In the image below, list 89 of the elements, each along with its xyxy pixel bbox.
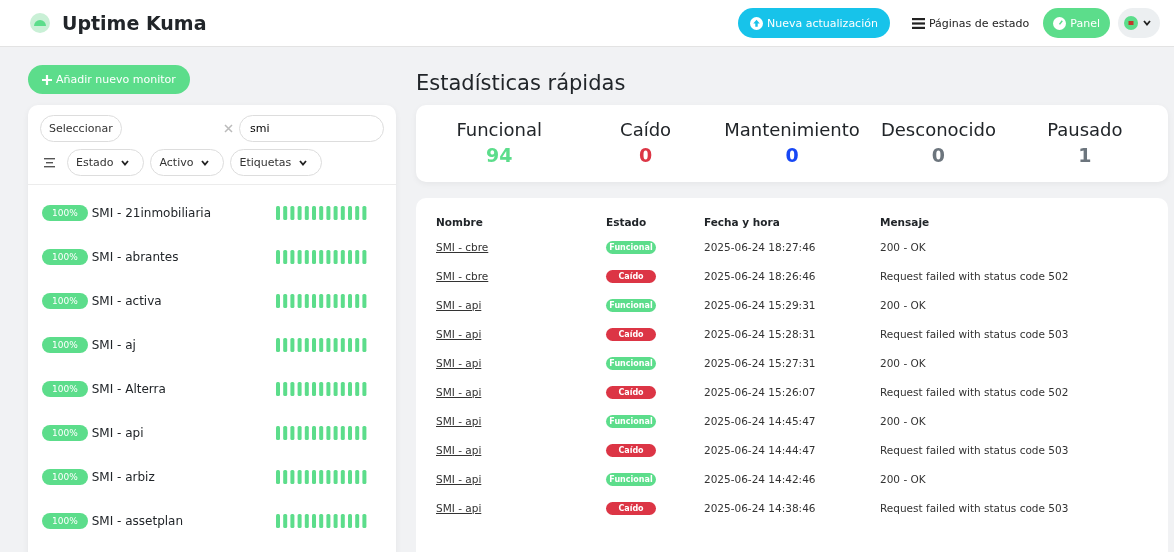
uptime-badge: 100% xyxy=(42,337,88,353)
status-badge: Funcional xyxy=(606,356,656,370)
stat-value: 94 xyxy=(485,144,513,166)
table-cell: 200 - OK xyxy=(880,298,926,311)
table-cell: 2025-06-24 14:38:46 xyxy=(704,501,816,514)
arrow-up-icon xyxy=(749,16,763,30)
stat-value: 1 xyxy=(1078,144,1092,166)
uptime-badge: 100% xyxy=(42,205,88,221)
table-cell: 2025-06-24 15:29:31 xyxy=(704,298,816,311)
status-badge: Caído xyxy=(606,269,656,283)
stat-value: 0 xyxy=(785,144,799,166)
uptime-badge: 100% xyxy=(42,381,88,397)
stat-label: Caído xyxy=(620,119,672,140)
chevron-down-icon xyxy=(299,159,308,166)
monitor-name[interactable]: SMI - assetplan xyxy=(91,514,184,528)
status-pages-link[interactable]: Páginas de estado xyxy=(905,16,1036,30)
monitor-name[interactable]: SMI - aj xyxy=(91,338,136,352)
gauge-icon xyxy=(1053,16,1067,30)
monitor-link[interactable]: SMI - api xyxy=(436,414,482,427)
stat-value: 0 xyxy=(639,144,653,166)
sort-icon[interactable] xyxy=(44,157,55,168)
table-cell: Request failed with status code 502 xyxy=(880,269,1069,282)
monitor-name[interactable]: SMI - Alterra xyxy=(91,382,166,396)
monitor-name[interactable]: SMI - api xyxy=(91,426,144,440)
stat-value: 0 xyxy=(931,144,946,166)
monitor-link[interactable]: SMI - api xyxy=(436,356,482,369)
filter-dropdown[interactable]: Estado xyxy=(67,149,145,176)
uptime-badge: 100% xyxy=(42,513,88,529)
status-badge: Funcional xyxy=(606,240,656,254)
profile-menu[interactable] xyxy=(1118,8,1160,38)
status-badge: Caído xyxy=(606,501,656,515)
status-badge: Funcional xyxy=(606,298,656,312)
uptime-badge: 100% xyxy=(42,469,88,485)
table-cell: Request failed with status code 503 xyxy=(880,501,1069,514)
table-cell: 200 - OK xyxy=(880,414,926,427)
table-cell: Request failed with status code 503 xyxy=(880,443,1069,456)
monitor-link[interactable]: SMI - cbre xyxy=(436,269,489,282)
table-cell: 2025-06-24 14:42:46 xyxy=(704,472,816,485)
logo-icon xyxy=(30,13,50,33)
table-cell: 2025-06-24 14:45:47 xyxy=(704,414,816,427)
monitor-link[interactable]: SMI - api xyxy=(436,327,482,340)
status-badge: Funcional xyxy=(606,472,656,486)
monitor-link[interactable]: SMI - api xyxy=(436,443,482,456)
uptime-badge: 100% xyxy=(42,249,88,265)
table-cell: 2025-06-24 14:44:47 xyxy=(704,443,816,456)
app-title: Uptime Kuma xyxy=(62,12,207,34)
monitor-link[interactable]: SMI - api xyxy=(436,501,482,514)
monitor-link[interactable]: SMI - api xyxy=(436,385,482,398)
uptime-badge: 100% xyxy=(42,425,88,441)
stat-label: Pausado xyxy=(1047,119,1123,140)
monitor-link[interactable]: SMI - cbre xyxy=(436,240,489,253)
monitor-link[interactable]: SMI - api xyxy=(436,472,482,485)
status-badge: Caído xyxy=(606,443,656,457)
status-badge: Funcional xyxy=(606,414,656,428)
table-cell: 200 - OK xyxy=(880,240,926,253)
table-cell: 2025-06-24 18:27:46 xyxy=(704,240,816,253)
chevron-down-icon xyxy=(201,159,210,166)
table-cell: 2025-06-24 18:26:46 xyxy=(704,269,816,282)
filter-dropdown[interactable]: Etiquetas xyxy=(230,149,323,176)
monitor-name[interactable]: SMI - activa xyxy=(91,294,162,308)
filter-dropdown[interactable]: Activo xyxy=(150,149,225,176)
list-icon xyxy=(911,17,925,29)
column-header: Estado xyxy=(606,210,704,232)
table-cell: 2025-06-24 15:27:31 xyxy=(704,356,816,369)
column-header: Mensaje xyxy=(880,215,931,230)
plus-icon xyxy=(42,74,52,85)
avatar-icon xyxy=(1124,16,1154,30)
monitor-name[interactable]: SMI - arbiz xyxy=(91,470,155,484)
search-field[interactable]: smi xyxy=(239,115,384,142)
table-cell: 2025-06-24 15:28:31 xyxy=(704,327,816,340)
monitor-link[interactable]: SMI - api xyxy=(436,298,482,311)
column-header: Nombre xyxy=(436,210,606,232)
monitor-name[interactable]: SMI - abrantes xyxy=(91,250,179,264)
column-header: Fecha y hora xyxy=(704,210,880,232)
monitor-name[interactable]: SMI - 21inmobiliaria xyxy=(91,206,212,220)
status-badge: Caído xyxy=(606,327,656,341)
chevron-down-icon xyxy=(121,159,130,166)
section-title: Estadísticas rápidas xyxy=(416,71,627,95)
uptime-badge: 100% xyxy=(42,293,88,309)
table-cell: 200 - OK xyxy=(880,356,926,369)
status-badge: Caído xyxy=(606,385,656,399)
table-cell: 2025-06-24 15:26:07 xyxy=(704,385,816,398)
table-cell: 200 - OK xyxy=(880,472,926,485)
stat-label: Funcional xyxy=(456,119,542,140)
select-button[interactable]: Seleccionar xyxy=(40,115,122,142)
stat-label: Mantenimiento xyxy=(724,119,860,140)
stat-label: Desconocido xyxy=(880,119,996,140)
table-cell: Request failed with status code 503 xyxy=(880,327,1069,340)
table-cell: Request failed with status code 502 xyxy=(880,385,1069,398)
